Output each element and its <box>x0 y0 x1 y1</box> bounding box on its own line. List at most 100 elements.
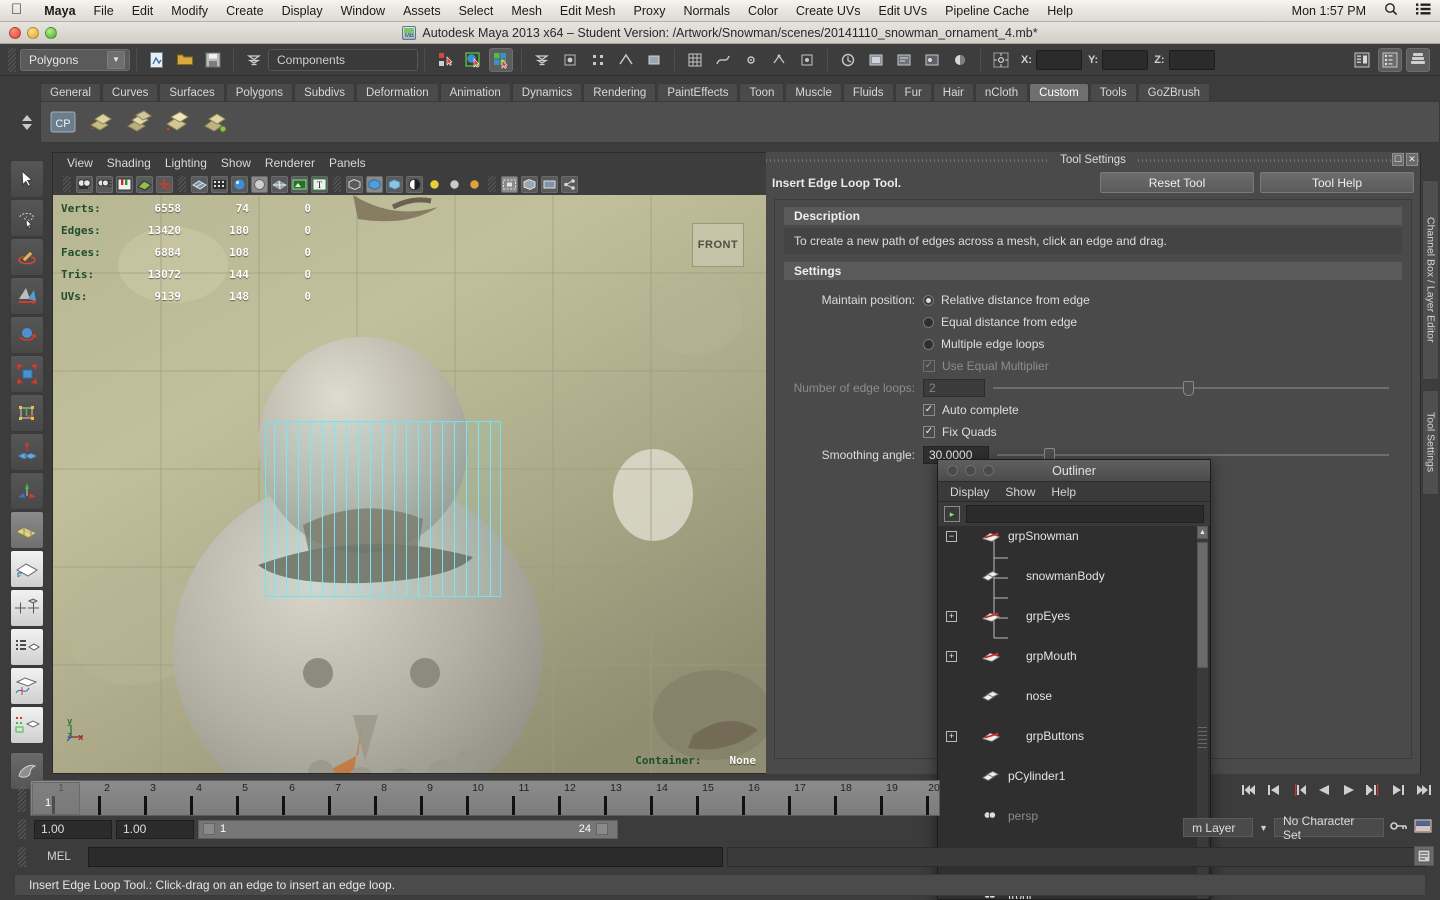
scroll-up-icon[interactable]: ▲ <box>1197 526 1208 539</box>
script-editor-icon[interactable] <box>1414 846 1434 866</box>
snap-point-icon[interactable] <box>739 48 763 72</box>
text-display-icon[interactable]: T <box>311 175 328 193</box>
playback-start-field[interactable]: 1.00 <box>116 819 194 839</box>
animation-preferences-icon[interactable] <box>1414 818 1432 837</box>
coord-x-field[interactable] <box>1036 49 1082 70</box>
shelf-tab-fluids[interactable]: Fluids <box>842 83 894 102</box>
layout-outliner-persp-icon[interactable] <box>10 628 44 666</box>
shelf-scroll-up-icon[interactable] <box>22 114 32 121</box>
command-language-label[interactable]: MEL <box>34 851 84 863</box>
camera-attributes-icon[interactable] <box>96 175 113 193</box>
mask-lines-icon[interactable] <box>614 48 638 72</box>
viewport-menu-lighting[interactable]: Lighting <box>165 156 207 170</box>
slider-number-of-edge-loops[interactable] <box>993 379 1389 397</box>
component-mask-menu-icon[interactable] <box>530 48 554 72</box>
expander-plus-icon[interactable]: + <box>946 650 957 662</box>
shelf-tab-subdivs[interactable]: Subdivs <box>294 83 355 102</box>
shelf-item-3[interactable] <box>123 106 155 138</box>
wireframe-shading-icon[interactable] <box>191 175 208 193</box>
open-scene-icon[interactable] <box>173 48 197 72</box>
search-icon[interactable] <box>1375 2 1407 19</box>
select-by-component-type-icon[interactable] <box>489 47 513 72</box>
layout-persp-graph-icon[interactable] <box>10 667 44 705</box>
close-panel-button[interactable]: ✕ <box>1406 153 1418 166</box>
shelf-item-4[interactable] <box>161 106 193 138</box>
outliner-menu-display[interactable]: Display <box>950 485 989 499</box>
shelf-scroll-down-icon[interactable] <box>22 123 32 130</box>
construction-history-icon[interactable] <box>836 48 860 72</box>
field-number-of-edge-loops[interactable]: 2 <box>923 379 985 397</box>
outliner-item-grpsnowman[interactable]: − grpSnowman <box>938 526 1210 546</box>
tab-tool-settings[interactable]: Tool Settings <box>1422 390 1439 495</box>
menu-create-uvs[interactable]: Create UVs <box>787 4 870 18</box>
go-to-start-icon[interactable] <box>1241 782 1257 798</box>
character-set-field[interactable]: No Character Set <box>1274 814 1384 842</box>
shelf-tab-general[interactable]: General <box>40 83 101 102</box>
shelf-tab-painteffects[interactable]: PaintEffects <box>657 83 739 102</box>
checkbox-auto-complete[interactable]: ✓ <box>923 404 935 416</box>
shelf-item-cp[interactable]: CP <box>47 106 79 138</box>
menu-help[interactable]: Help <box>1038 4 1082 18</box>
smooth-shaded-cube-icon[interactable] <box>366 175 383 193</box>
show-tool-settings-icon[interactable] <box>1378 47 1402 72</box>
chevron-down-icon[interactable]: ▼ <box>107 50 125 69</box>
layout-single-perspective-icon[interactable] <box>10 550 44 588</box>
minimize-button[interactable] <box>27 26 39 39</box>
snap-projected-icon[interactable] <box>767 48 791 72</box>
paint-selection-tool-icon[interactable] <box>10 238 44 276</box>
light-yellow-icon[interactable] <box>426 176 443 193</box>
go-to-end-icon[interactable] <box>1416 782 1432 798</box>
radio-multiple-edge-loops[interactable] <box>923 338 934 350</box>
edge-loop-selection-region[interactable] <box>265 421 501 597</box>
shelf-tab-rendering[interactable]: Rendering <box>583 83 657 102</box>
snap-view-plane-icon[interactable] <box>795 48 819 72</box>
menu-set-selector[interactable]: Polygons ▼ <box>20 48 130 71</box>
viewport-menu-shading[interactable]: Shading <box>107 156 151 170</box>
shelf-item-5[interactable] <box>199 106 231 138</box>
shelf-tab-surfaces[interactable]: Surfaces <box>159 83 225 102</box>
menu-display[interactable]: Display <box>273 4 332 18</box>
select-tool-icon[interactable] <box>10 160 44 198</box>
tab-channel-box-layer-editor[interactable]: Channel Box / Layer Editor <box>1422 180 1439 380</box>
scale-tool-icon[interactable] <box>10 355 44 393</box>
key-icon[interactable] <box>1390 819 1408 836</box>
menu-window[interactable]: Window <box>332 4 394 18</box>
scrollbar-thumb[interactable] <box>1197 542 1208 668</box>
shelf-tab-animation[interactable]: Animation <box>439 83 511 102</box>
viewport-menu-view[interactable]: View <box>67 156 93 170</box>
xray-active-components-icon[interactable] <box>541 175 558 193</box>
shelf-tab-muscle[interactable]: Muscle <box>785 83 842 102</box>
menu-edit-mesh[interactable]: Edit Mesh <box>551 4 625 18</box>
save-scene-icon[interactable] <box>201 48 225 72</box>
outliner-item-nose[interactable]: nose <box>938 686 1210 706</box>
select-by-hierarchy-icon[interactable] <box>433 48 457 72</box>
selection-mask-field[interactable]: Components <box>268 48 418 71</box>
menu-mesh[interactable]: Mesh <box>502 4 551 18</box>
layout-hypershade-persp-icon[interactable] <box>10 706 44 744</box>
bookmarks-icon[interactable] <box>116 175 133 193</box>
time-slider[interactable]: 1 2 3 4 5 6 7 8 9 10 11 12 13 14 15 16 1… <box>14 780 940 818</box>
shelf-tab-toon[interactable]: Toon <box>739 83 785 102</box>
menu-create[interactable]: Create <box>217 4 273 18</box>
menu-select[interactable]: Select <box>450 4 503 18</box>
play-backwards-icon[interactable] <box>1316 782 1332 798</box>
shelf-tab-curves[interactable]: Curves <box>101 83 159 102</box>
show-channel-box-icon[interactable] <box>1406 47 1430 72</box>
settings-frame-header[interactable]: Settings <box>783 261 1403 281</box>
layer-field[interactable]: m Layer <box>1183 818 1254 837</box>
xray-joints-icon[interactable] <box>521 175 538 193</box>
menu-file[interactable]: File <box>85 4 123 18</box>
coord-z-field[interactable] <box>1168 49 1215 70</box>
current-time-indicator[interactable]: 1 <box>32 782 80 815</box>
shelf-tab-polygons[interactable]: Polygons <box>225 83 294 102</box>
show-manipulator-tool-icon[interactable] <box>10 472 44 510</box>
lasso-tool-icon[interactable] <box>10 199 44 237</box>
step-back-key-icon[interactable] <box>1266 782 1282 798</box>
step-forward-key-icon[interactable] <box>1391 782 1407 798</box>
tool-help-button[interactable]: Tool Help <box>1260 172 1414 193</box>
animation-start-field[interactable]: 1.00 <box>34 819 112 839</box>
shelf-tab-gozbrush[interactable]: GoZBrush <box>1137 83 1211 102</box>
step-forward-frame-icon[interactable] <box>1366 782 1382 798</box>
menu-assets[interactable]: Assets <box>394 4 450 18</box>
outliner-minimize-button[interactable] <box>965 465 976 476</box>
